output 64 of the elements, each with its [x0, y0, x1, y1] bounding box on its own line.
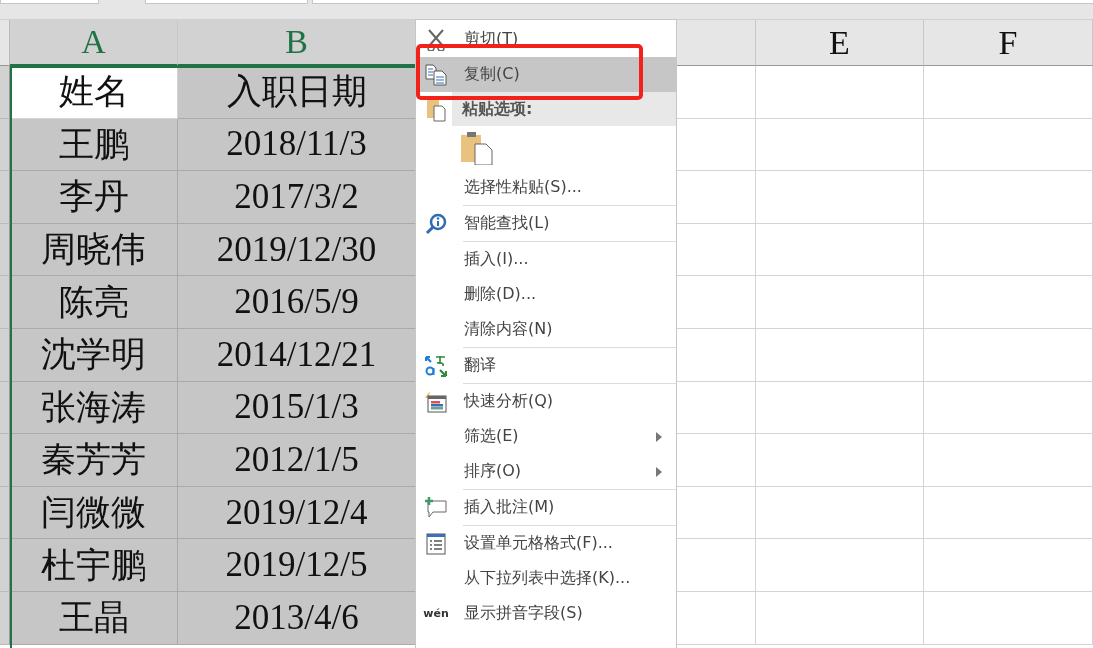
table-cell: 2019/12/30: [178, 223, 416, 277]
table-cell: 2016/5/9: [178, 276, 416, 329]
paste-option-icon[interactable]: [461, 131, 493, 165]
table-cell: 沈学明: [10, 328, 178, 382]
menu-item[interactable]: 设置单元格格式(F)...: [416, 526, 676, 561]
menu-item[interactable]: 筛选(E): [416, 419, 676, 454]
table-cell: 2015/1/3: [178, 381, 416, 435]
menu-item[interactable]: 清除内容(N): [416, 312, 676, 347]
menu-item[interactable]: 从下拉列表中选择(K)...: [416, 561, 676, 596]
column-header[interactable]: F: [924, 20, 1093, 66]
table-cell: 张海涛: [10, 381, 178, 435]
quick-analysis-icon: [425, 390, 447, 413]
formula-bar-field[interactable]: [312, 0, 1093, 4]
toolbar-field[interactable]: [0, 0, 99, 4]
row-header[interactable]: [0, 381, 10, 435]
row-header[interactable]: [0, 171, 10, 224]
column-header[interactable]: B: [178, 20, 416, 66]
table-cell: 2019/12/5: [178, 539, 416, 592]
menu-item[interactable]: 快速分析(Q): [416, 384, 676, 419]
table-cell: 李丹: [10, 171, 178, 224]
scissors-icon: [427, 28, 445, 51]
column-header[interactable]: E: [756, 20, 924, 66]
table-cell: 周晓伟: [10, 223, 178, 277]
row-header[interactable]: [0, 118, 10, 172]
menu-item[interactable]: 插入(I)...: [416, 242, 676, 277]
row-header[interactable]: [0, 66, 10, 119]
table-cell: 2019/12/4: [178, 486, 416, 540]
row-header[interactable]: [0, 591, 10, 645]
table-cell: 2014/12/21: [178, 328, 416, 382]
menu-item[interactable]: 智能查找(L): [416, 206, 676, 241]
menu-section-header: 粘贴选项:: [452, 92, 676, 126]
menu-item[interactable]: 选择性粘贴(S)...: [416, 170, 676, 205]
table-cell: 姓名: [10, 66, 178, 119]
row-header[interactable]: [0, 434, 10, 487]
row-header[interactable]: [0, 328, 10, 382]
format-cells-icon: [426, 532, 446, 555]
menu-item[interactable]: wén 显示拼音字段(S): [416, 596, 676, 631]
table-cell: 王鹏: [10, 118, 178, 172]
comment-icon: [425, 496, 447, 519]
copy-icon: [425, 63, 447, 86]
table-cell: 2012/1/5: [178, 434, 416, 487]
select-all-corner[interactable]: [0, 20, 10, 66]
search-icon: [425, 212, 447, 235]
toolbar-field[interactable]: [145, 0, 308, 4]
table-cell: 2017/3/2: [178, 171, 416, 224]
row-header[interactable]: [0, 223, 10, 277]
table-cell: 2013/4/6: [178, 591, 416, 645]
pinyin-icon: wén: [423, 607, 449, 620]
translate-icon: [425, 354, 447, 377]
table-cell: 2018/11/3: [178, 118, 416, 172]
menu-item[interactable]: 翻译: [416, 348, 676, 383]
row-header[interactable]: [0, 539, 10, 592]
table-cell: 陈亮: [10, 276, 178, 329]
row-header[interactable]: [0, 486, 10, 540]
menu-item[interactable]: 删除(D)...: [416, 277, 676, 312]
row-header[interactable]: [0, 276, 10, 329]
table-cell: 秦芳芳: [10, 434, 178, 487]
menu-item[interactable]: 排序(O): [416, 454, 676, 489]
menu-item[interactable]: 插入批注(M): [416, 490, 676, 525]
column-header[interactable]: A: [10, 20, 178, 66]
table-cell: 闫微微: [10, 486, 178, 540]
table-cell: 入职日期: [178, 66, 416, 119]
table-cell: 杜宇鹏: [10, 539, 178, 592]
table-cell: 王晶: [10, 591, 178, 645]
